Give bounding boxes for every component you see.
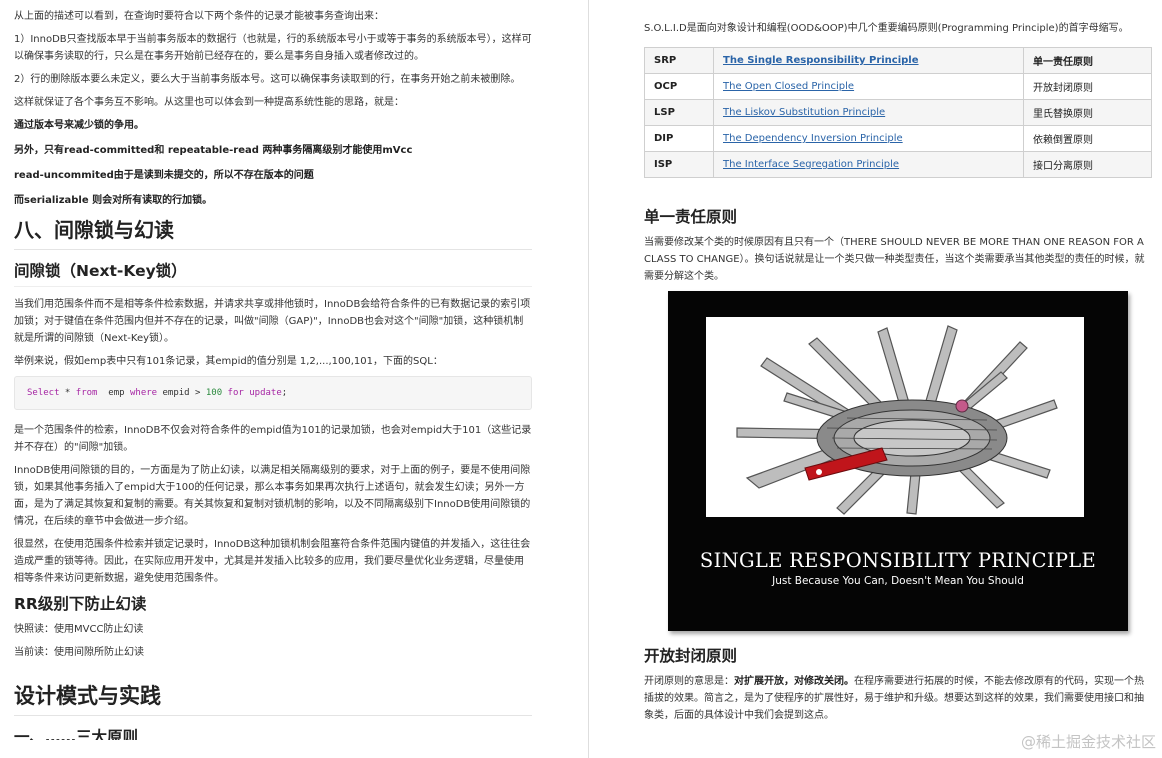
heading-ocp: 开放封闭原则 [644, 647, 738, 665]
bold-note: 通过版本号来减少锁的争用。 [14, 120, 144, 131]
paragraph: 是一个范围条件的检索，InnoDB不仅会对符合条件的empid值为101的记录加… [14, 425, 532, 453]
heading-srp: 单一责任原则 [644, 208, 738, 226]
sql-code-block: Select * from emp where empid > 100 for … [14, 376, 532, 410]
table-cell-zh: 依赖倒置原则 [1023, 125, 1152, 152]
table-row: DIP The Dependency Inversion Principle 依… [644, 125, 1152, 152]
code-text: empid > [157, 388, 206, 398]
paragraph: 从上面的描述可以看到，在查询时要符合以下两个条件的记录才能被事务查询出来： [14, 11, 384, 22]
table-row: LSP The Liskov Substitution Principle 里氏… [644, 99, 1152, 126]
paragraph: 1）InnoDB只查找版本早于当前事务版本的数据行（也就是，行的系统版本号小于或… [14, 34, 532, 62]
paragraph: 快照读：使用MVCC防止幻读 [14, 624, 144, 635]
paragraph: 当我们用范围条件而不是相等条件检索数据，并请求共享或排他锁时，InnoDB会给符… [14, 299, 531, 344]
table-row: OCP The Open Closed Principle 开放封闭原则 [644, 73, 1152, 100]
section-heading-gap-lock: 八、间隙锁与幻读 [14, 217, 532, 250]
table-row: ISP The Interface Segregation Principle … [644, 151, 1152, 178]
table-cell-abbr: LSP [644, 99, 714, 126]
section-heading-design-patterns: 设计模式与实践 [14, 683, 532, 716]
table-row: SRP The Single Responsibility Principle … [644, 47, 1152, 74]
bold-note: read-uncommited由于是读到未提交的，所以不存在版本的问题 [14, 170, 314, 181]
solid-intro: S.O.L.I.D是面向对象设计和编程(OOD&OOP)中几个重要编码原则(Pr… [644, 23, 1129, 34]
code-keyword: for [227, 388, 244, 398]
principle-link[interactable]: The Liskov Substitution Principle [723, 107, 885, 118]
table-cell-name: The Liskov Substitution Principle [713, 99, 1024, 126]
bold-note: 另外，只有read-committed和 repeatable-read 两种事… [14, 145, 413, 156]
code-keyword: from [75, 388, 98, 398]
table-cell-name: The Interface Segregation Principle [713, 151, 1024, 178]
principle-link[interactable]: The Dependency Inversion Principle [723, 133, 903, 144]
page-divider [588, 0, 589, 758]
paragraph: InnoDB使用间隙锁的目的，一方面是为了防止幻读，以满足相关隔离级别的要求，对… [14, 465, 531, 527]
paragraph: 很显然，在使用范围条件检索并锁定记录时，InnoDB这种加锁机制会阻塞符合条件范… [14, 539, 531, 584]
multi-tool-drawing [707, 318, 1083, 516]
table-cell-name: The Single Responsibility Principle [713, 47, 1024, 74]
code-text: emp [97, 388, 130, 398]
paragraph: 当需要修改某个类的时候原因有且只有一个（THERE SHOULD NEVER B… [644, 237, 1145, 282]
subheading-clipped: 一、……三大原则 [14, 728, 139, 740]
code-keyword: where [129, 388, 158, 398]
poster-title: SINGLE RESPONSIBILITY PRINCIPLE [699, 549, 1097, 572]
table-cell-zh: 开放封闭原则 [1023, 73, 1152, 100]
table-cell-abbr: SRP [644, 47, 714, 74]
code-text: ; [281, 388, 288, 398]
paragraph: 这样就保证了各个事务互不影响。从这里也可以体会到一种提高系统性能的思路，就是： [14, 97, 404, 108]
table-cell-name: The Open Closed Principle [713, 73, 1024, 100]
table-cell-zh: 单一责任原则 [1023, 47, 1152, 74]
paragraph: 当前读：使用间隙所防止幻读 [14, 647, 144, 658]
principle-link[interactable]: The Single Responsibility Principle [723, 55, 919, 66]
subheading-next-key-lock: 间隙锁（Next-Key锁） [14, 260, 532, 287]
principle-link[interactable]: The Interface Segregation Principle [723, 159, 899, 170]
table-cell-abbr: OCP [644, 73, 714, 100]
code-keyword: update [249, 388, 282, 398]
table-cell-name: The Dependency Inversion Principle [713, 125, 1024, 152]
paragraph-ocp: 开闭原则的意思是：对扩展开放，对修改关闭。在程序需要进行拓展的时候，不能去修改原… [644, 673, 1152, 724]
solid-table: SRP The Single Responsibility Principle … [644, 47, 1152, 178]
ocp-text: 开闭原则的意思是： [644, 676, 734, 687]
bold-note: 而serializable 则会对所有读取的行加锁。 [14, 195, 213, 206]
principle-link[interactable]: The Open Closed Principle [723, 81, 854, 92]
ocp-emphasis: 对扩展开放，对修改关闭。 [734, 676, 854, 687]
right-page: S.O.L.I.D是面向对象设计和编程(OOD&OOP)中几个重要编码原则(Pr… [592, 0, 1162, 758]
poster-wrapper: SINGLE RESPONSIBILITY PRINCIPLE Just Bec… [644, 291, 1152, 631]
srp-poster-image: SINGLE RESPONSIBILITY PRINCIPLE Just Bec… [668, 291, 1128, 631]
code-text: * [59, 388, 76, 398]
swiss-army-knife-illustration [706, 317, 1084, 517]
paragraph: 2）行的删除版本要么未定义，要么大于当前事务版本号。这可以确保事务读取到的行，在… [14, 74, 521, 85]
table-cell-abbr: ISP [644, 151, 714, 178]
table-cell-zh: 里氏替换原则 [1023, 99, 1152, 126]
left-page: 从上面的描述可以看到，在查询时要符合以下两个条件的记录才能被事务查询出来： 1）… [0, 0, 588, 758]
site-watermark: @稀土掘金技术社区 [1020, 733, 1156, 751]
code-keyword: Select [27, 388, 60, 398]
table-cell-zh: 接口分离原则 [1023, 151, 1152, 178]
subheading-rr-phantom: RR级别下防止幻读 [14, 595, 147, 613]
paragraph: 举例来说，假如emp表中只有101条记录，其empid的值分别是 1,2,...… [14, 356, 443, 367]
poster-subtitle: Just Because You Can, Doesn't Mean You S… [772, 575, 1024, 587]
code-number: 100 [205, 388, 223, 398]
table-cell-abbr: DIP [644, 125, 714, 152]
